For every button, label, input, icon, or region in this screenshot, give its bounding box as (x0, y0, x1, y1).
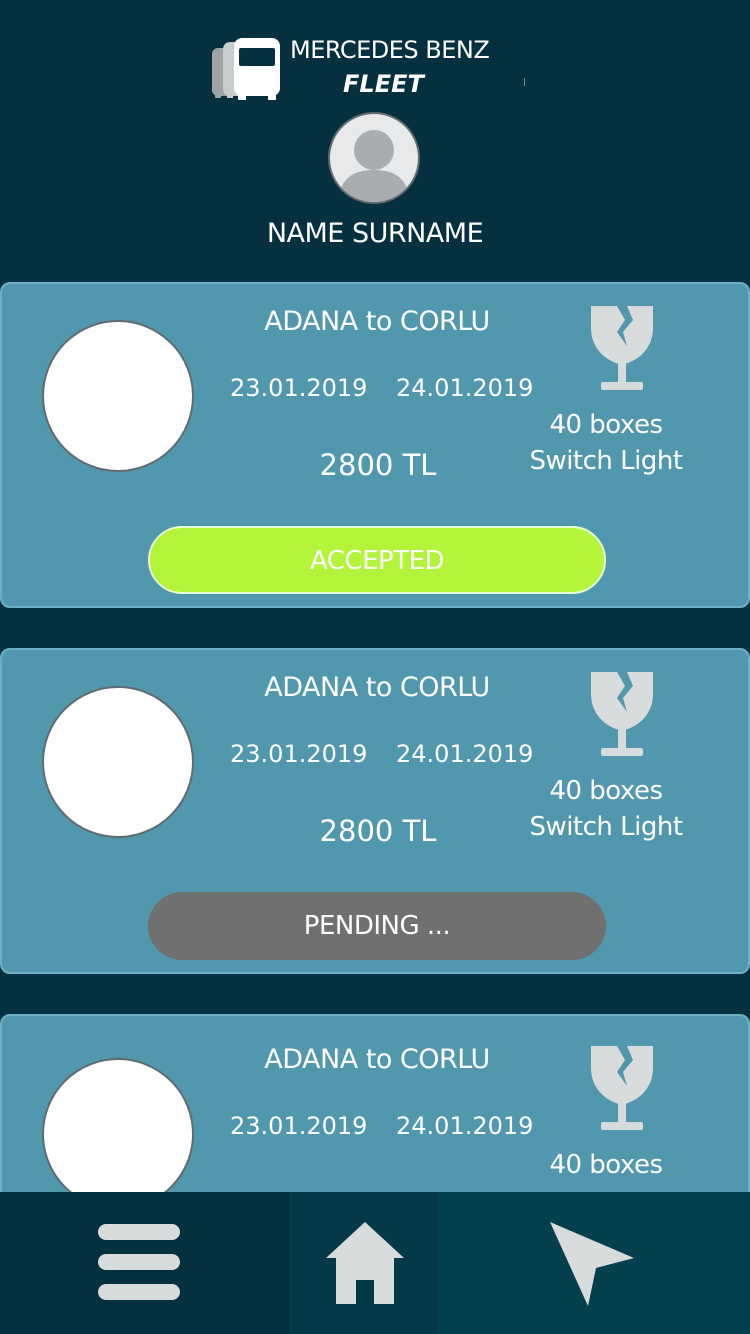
cargo-type: Switch Light (529, 446, 683, 476)
trucks-logo-icon (212, 38, 280, 100)
box-count: 40 boxes (549, 776, 663, 806)
start-date: 23.01.2019 (230, 740, 368, 768)
app-header: MERCEDES BENZ FLEET NAME SURNAME (0, 0, 750, 282)
shipment-list[interactable]: ADANA to CORLU 23.01.2019 24.01.2019 280… (0, 282, 750, 1192)
fragile-glass-icon (591, 1046, 653, 1130)
fragile-glass-icon (591, 306, 653, 390)
status-button-accepted[interactable]: ACCEPTED (148, 526, 606, 594)
price-label: 2800 TL (319, 814, 437, 848)
box-count: 40 boxes (549, 1150, 663, 1180)
home-button[interactable] (292, 1192, 438, 1334)
price-label: 2800 TL (319, 448, 437, 482)
start-date: 23.01.2019 (230, 1112, 368, 1140)
end-date: 24.01.2019 (396, 374, 534, 402)
box-count: 40 boxes (549, 410, 663, 440)
brand-name: MERCEDES BENZ (290, 36, 490, 64)
bottom-navigation (0, 1192, 750, 1334)
route-label: ADANA to CORLU (264, 306, 490, 337)
navigate-button[interactable] (440, 1192, 750, 1334)
shipment-card[interactable]: ADANA to CORLU 23.01.2019 24.01.2019 40 … (0, 1014, 750, 1192)
brand-subtitle: FLEET (343, 70, 424, 98)
user-name: NAME SURNAME (266, 218, 484, 249)
user-avatar-icon (338, 130, 410, 202)
home-icon (326, 1222, 404, 1304)
divider-tick (524, 78, 525, 86)
menu-button[interactable] (0, 1192, 290, 1334)
shipment-photo (42, 320, 194, 472)
shipment-photo (42, 686, 194, 838)
hamburger-menu-icon (98, 1224, 180, 1300)
status-button-pending[interactable]: PENDING ... (148, 892, 606, 960)
shipment-photo (42, 1058, 194, 1192)
shipment-card[interactable]: ADANA to CORLU 23.01.2019 24.01.2019 280… (0, 648, 750, 974)
route-label: ADANA to CORLU (264, 672, 490, 703)
end-date: 24.01.2019 (396, 740, 534, 768)
cargo-type: Switch Light (529, 812, 683, 842)
end-date: 24.01.2019 (396, 1112, 534, 1140)
user-avatar[interactable] (328, 112, 420, 204)
start-date: 23.01.2019 (230, 374, 368, 402)
shipment-card[interactable]: ADANA to CORLU 23.01.2019 24.01.2019 280… (0, 282, 750, 608)
fragile-glass-icon (591, 672, 653, 756)
route-label: ADANA to CORLU (264, 1044, 490, 1075)
navigation-arrow-icon (550, 1222, 634, 1306)
